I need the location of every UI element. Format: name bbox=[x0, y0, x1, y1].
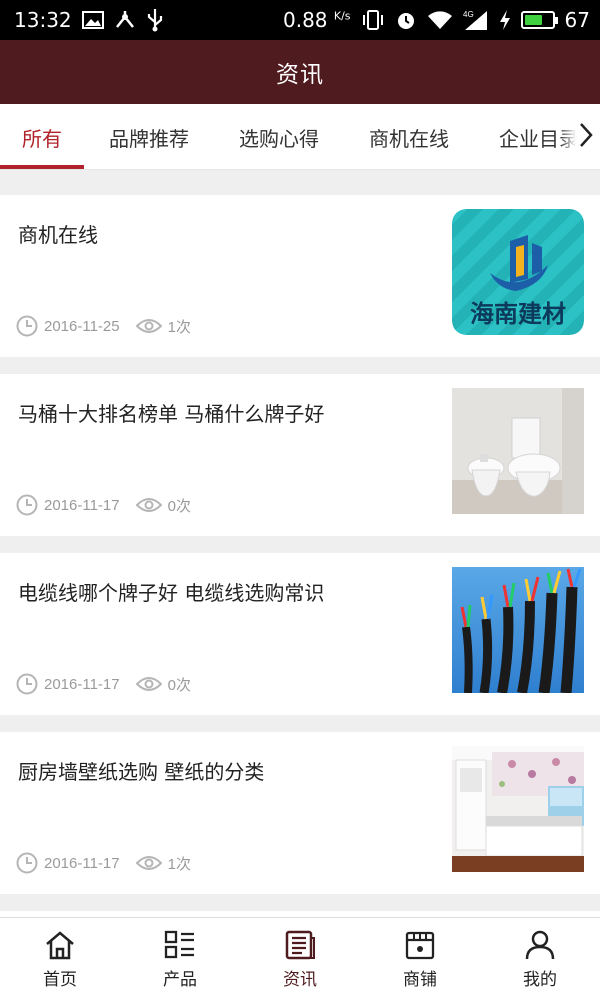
article-meta: 2016-11-25 1次 bbox=[16, 315, 191, 337]
article-item[interactable]: 厨房墙壁纸选购 壁纸的分类 2016-11-17 1次 bbox=[0, 732, 600, 894]
article-thumbnail: 海南建材 bbox=[452, 209, 584, 335]
article-date: 2016-11-25 bbox=[44, 317, 120, 335]
article-views: 1次 bbox=[167, 318, 191, 336]
battery-percent: 67 bbox=[564, 8, 590, 32]
nav-label: 资讯 bbox=[283, 970, 317, 990]
article-date: 2016-11-17 bbox=[44, 675, 120, 693]
tab-label: 品牌推荐 bbox=[109, 126, 189, 151]
tab-label: 选购心得 bbox=[239, 126, 319, 151]
user-icon bbox=[524, 928, 556, 962]
news-icon bbox=[284, 928, 316, 962]
shop-icon bbox=[404, 928, 436, 962]
nav-label: 商铺 bbox=[403, 970, 437, 990]
battery-icon bbox=[520, 11, 558, 29]
clock-icon bbox=[16, 673, 38, 695]
tabs-scroll-right-button[interactable] bbox=[560, 104, 600, 169]
image-icon bbox=[81, 11, 104, 29]
chevron-right-icon bbox=[578, 122, 594, 152]
wifi-icon bbox=[427, 10, 453, 30]
article-thumbnail bbox=[452, 746, 584, 872]
status-time: 13:32 bbox=[14, 8, 72, 32]
eye-icon bbox=[135, 675, 162, 693]
signal-icon: 4G bbox=[463, 9, 489, 31]
category-tabs: 所有 品牌推荐 选购心得 商机在线 企业目录 bbox=[0, 104, 600, 170]
nav-news[interactable]: 资讯 bbox=[240, 918, 360, 1000]
clock-icon bbox=[16, 315, 38, 337]
article-date: 2016-11-17 bbox=[44, 496, 120, 514]
tab-label: 商机在线 bbox=[369, 126, 449, 151]
nav-products[interactable]: 产品 bbox=[120, 918, 240, 1000]
article-item[interactable]: 商机在线 2016-11-25 1次 海南建材 bbox=[0, 195, 600, 357]
article-date: 2016-11-17 bbox=[44, 854, 120, 872]
status-bar: 13:32 0.88 K/s 4G 67 bbox=[0, 0, 600, 40]
charging-icon bbox=[499, 9, 511, 31]
header-bar: 资讯 bbox=[0, 40, 600, 104]
article-views: 0次 bbox=[167, 497, 191, 515]
article-meta: 2016-11-17 0次 bbox=[16, 673, 191, 695]
article-meta: 2016-11-17 0次 bbox=[16, 494, 191, 516]
tab-label: 所有 bbox=[22, 126, 62, 151]
usb-icon bbox=[146, 8, 164, 32]
network-type: 4G bbox=[463, 10, 474, 19]
thumbnail-logo-text: 海南建材 bbox=[470, 300, 566, 328]
clock-icon bbox=[16, 494, 38, 516]
nav-mine[interactable]: 我的 bbox=[480, 918, 600, 1000]
clock-icon bbox=[16, 852, 38, 874]
article-thumbnail bbox=[452, 388, 584, 514]
article-thumbnail bbox=[452, 567, 584, 693]
tab-buying-tips[interactable]: 选购心得 bbox=[214, 104, 344, 169]
share-icon bbox=[114, 10, 136, 30]
vibrate-icon bbox=[361, 9, 385, 31]
alarm-icon bbox=[395, 9, 417, 31]
tab-brand-recommend[interactable]: 品牌推荐 bbox=[84, 104, 214, 169]
nav-shop[interactable]: 商铺 bbox=[360, 918, 480, 1000]
tab-business-online[interactable]: 商机在线 bbox=[344, 104, 474, 169]
nav-home[interactable]: 首页 bbox=[0, 918, 120, 1000]
net-speed: 0.88 K/s bbox=[283, 8, 351, 32]
battery-fill bbox=[524, 15, 542, 25]
eye-icon bbox=[135, 317, 162, 335]
nav-label: 我的 bbox=[523, 970, 557, 990]
active-tab-indicator bbox=[0, 165, 84, 169]
article-item[interactable]: 电缆线哪个牌子好 电缆线选购常识 2016-11-17 0次 bbox=[0, 553, 600, 715]
page-title: 资讯 bbox=[276, 62, 324, 88]
article-meta: 2016-11-17 1次 bbox=[16, 852, 191, 874]
article-title: 商机在线 bbox=[18, 223, 98, 247]
eye-icon bbox=[135, 854, 162, 872]
nav-label: 产品 bbox=[163, 970, 197, 990]
article-title: 马桶十大排名榜单 马桶什么牌子好 bbox=[18, 402, 325, 426]
nav-label: 首页 bbox=[43, 970, 77, 990]
home-icon bbox=[44, 928, 76, 962]
article-views: 0次 bbox=[167, 676, 191, 694]
article-item[interactable]: 马桶十大排名榜单 马桶什么牌子好 2016-11-17 0次 bbox=[0, 374, 600, 536]
bottom-navigation: 首页 产品 资讯 商铺 我的 bbox=[0, 917, 600, 1000]
eye-icon bbox=[135, 496, 162, 514]
article-title: 厨房墙壁纸选购 壁纸的分类 bbox=[18, 760, 265, 784]
article-views: 1次 bbox=[167, 855, 191, 873]
article-title: 电缆线哪个牌子好 电缆线选购常识 bbox=[18, 581, 325, 605]
tab-all[interactable]: 所有 bbox=[0, 104, 84, 169]
grid-list-icon bbox=[164, 928, 196, 962]
